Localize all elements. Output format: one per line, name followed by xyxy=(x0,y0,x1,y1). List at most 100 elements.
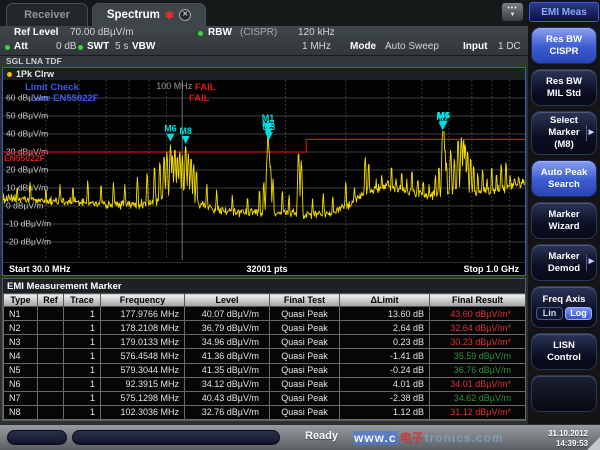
status-pill xyxy=(72,430,280,445)
svg-text:M5: M5 xyxy=(437,111,450,121)
table-cell: 1.12 dB xyxy=(340,405,430,419)
table-cell: Quasi Peak xyxy=(270,405,340,419)
table-cell: 1 xyxy=(64,377,101,391)
ref-level-label[interactable]: Ref Level xyxy=(14,27,58,38)
vbw-label[interactable]: VBW xyxy=(132,41,155,52)
table-cell: 1 xyxy=(64,363,101,377)
svg-text:M6: M6 xyxy=(164,124,177,134)
table-cell: Quasi Peak xyxy=(270,363,340,377)
svg-text:M8: M8 xyxy=(179,126,192,136)
input-label[interactable]: Input xyxy=(463,41,487,52)
table-row[interactable]: N31179.0133 MHz34.96 dBµV/mQuasi Peak0.2… xyxy=(4,335,526,349)
resize-grip-icon xyxy=(587,437,600,450)
table-cell: Quasi Peak xyxy=(270,349,340,363)
mode-value[interactable]: Auto Sweep xyxy=(385,41,439,52)
table-cell: 41.36 dBµV/m xyxy=(185,349,270,363)
table-cell: 102.3036 MHz xyxy=(101,405,185,419)
table-cell: 576.4548 MHz xyxy=(101,349,185,363)
table-cell xyxy=(38,335,64,349)
rbw-mode: (CISPR) xyxy=(240,27,277,38)
column-header: Type xyxy=(4,294,38,307)
tab-receiver[interactable]: Receiver xyxy=(6,3,88,26)
table-cell: 579.3044 MHz xyxy=(101,363,185,377)
att-label[interactable]: Att xyxy=(14,41,28,52)
swt-label[interactable]: SWT xyxy=(87,41,109,52)
enhancement-labels: SGL LNA TDF xyxy=(0,56,528,67)
chevron-down-icon: ▼ xyxy=(510,12,516,18)
start-freq[interactable]: Start 30.0 MHz xyxy=(9,264,71,274)
att-value[interactable]: 0 dB xyxy=(56,41,77,52)
softkey-res-bw-mil-std[interactable]: Res BW MIL Std xyxy=(531,69,597,106)
stop-freq[interactable]: Stop 1.0 GHz xyxy=(463,264,519,274)
column-header: Level xyxy=(185,294,270,307)
softkey-lisn-control[interactable]: LISN Control xyxy=(531,333,597,370)
table-cell: 30.23 dBµV/m* xyxy=(430,335,526,349)
status-pill xyxy=(7,430,67,445)
table-row[interactable]: N6192.3915 MHz34.12 dBµV/mQuasi Peak4.01… xyxy=(4,377,526,391)
table-row[interactable]: N71575.1298 MHz40.43 dBµV/mQuasi Peak-2.… xyxy=(4,391,526,405)
softkey-select-marker[interactable]: Select Marker (M8) ▶ xyxy=(531,111,597,155)
column-header: ΔLimit xyxy=(340,294,430,307)
rbw-value[interactable]: 120 kHz xyxy=(298,27,335,38)
table-cell xyxy=(38,377,64,391)
table-row[interactable]: N8 1102.3036 MHz32.76 dBµV/mQuasi Peak1.1… xyxy=(4,405,526,419)
trace-info-bar[interactable]: 1Pk Clrw xyxy=(3,68,525,80)
table-row[interactable]: N51579.3044 MHz41.35 dBµV/mQuasi Peak-0.… xyxy=(4,363,526,377)
settings-header: Ref Level 70.00 dBµV/m RBW (CISPR) 120 k… xyxy=(0,26,528,56)
table-cell: 32.76 dBµV/m xyxy=(185,405,270,419)
softkey-marker-wizard[interactable]: Marker Wizard xyxy=(531,202,597,239)
softkey-freq-axis: Freq Axis Lin Log xyxy=(531,286,597,328)
tab-spectrum[interactable]: Spectrum ✱ ✕ xyxy=(92,3,206,26)
softkey-empty[interactable] xyxy=(531,375,597,412)
emi-marker-table: TypeRefTraceFrequencyLevelFinal TestΔLim… xyxy=(3,293,526,420)
table-cell: 1 xyxy=(64,349,101,363)
table-cell xyxy=(38,321,64,335)
softkey-auto-peak-search[interactable]: Auto Peak Search xyxy=(531,160,597,197)
freq-axis-lin-toggle[interactable]: Lin xyxy=(536,307,563,320)
svg-text:40 dBµV/m: 40 dBµV/m xyxy=(6,129,48,139)
table-cell: 1 xyxy=(64,405,101,419)
input-value[interactable]: 1 DC xyxy=(498,41,521,52)
spectrum-window: 1Pk Clrw 60 dBµV/m50 dBµV/m40 dBµV/m30 d… xyxy=(2,67,526,276)
svg-text:M1: M1 xyxy=(262,113,275,123)
softkey-marker-demod-label: Marker Demod xyxy=(548,251,580,275)
table-cell: N4 xyxy=(4,349,38,363)
table-cell: 13.60 dB xyxy=(340,307,430,321)
swt-value[interactable]: 5 s xyxy=(115,41,128,52)
freq-axis-log-toggle[interactable]: Log xyxy=(565,307,592,320)
freq-axis-label: Freq Axis xyxy=(543,294,586,306)
tab-bar: Receiver Spectrum ✱ ✕ ••• ▼ xyxy=(0,0,528,26)
table-row[interactable]: N41576.4548 MHz41.36 dBµV/mQuasi Peak-1.… xyxy=(4,349,526,363)
svg-text:100 MHz: 100 MHz xyxy=(156,81,193,91)
table-row[interactable]: N11177.9766 MHz40.07 dBµV/mQuasi Peak13.… xyxy=(4,307,526,321)
table-cell: 2.64 dB xyxy=(340,321,430,335)
rbw-label[interactable]: RBW xyxy=(208,27,232,38)
column-header: Frequency xyxy=(101,294,185,307)
table-cell: 575.1298 MHz xyxy=(101,391,185,405)
table-cell: N7 xyxy=(4,391,38,405)
ref-level-value[interactable]: 70.00 dBµV/m xyxy=(70,27,134,38)
svg-text:EN55022F: EN55022F xyxy=(4,153,45,163)
softkey-res-bw-cispr[interactable]: Res BW CISPR xyxy=(531,27,597,64)
softkey-marker-demod[interactable]: Marker Demod ▶ xyxy=(531,244,597,281)
table-cell: Quasi Peak xyxy=(270,335,340,349)
table-cell: Quasi Peak xyxy=(270,391,340,405)
toolbar-menu-button[interactable]: ••• ▼ xyxy=(501,2,524,22)
modified-star-icon: ✱ xyxy=(165,9,174,22)
svg-text:Limit Check: Limit Check xyxy=(25,82,80,93)
column-header: Final Test xyxy=(270,294,340,307)
table-row[interactable]: N21178.2108 MHz36.79 dBµV/mQuasi Peak2.6… xyxy=(4,321,526,335)
close-icon[interactable]: ✕ xyxy=(179,9,191,21)
spectrum-plot[interactable]: 60 dBµV/m50 dBµV/m40 dBµV/m30 dBµV/m20 d… xyxy=(3,80,525,262)
table-cell xyxy=(38,391,64,405)
svg-text:Line EN55022F: Line EN55022F xyxy=(31,93,99,104)
table-cell: N8 xyxy=(4,405,38,419)
mode-label[interactable]: Mode xyxy=(350,41,376,52)
vbw-value[interactable]: 1 MHz xyxy=(302,41,331,52)
table-cell: 43.60 dBµV/m* xyxy=(430,307,526,321)
table-cell: 31.12 dBµV/m* xyxy=(430,405,526,419)
table-cell: 4.01 dB xyxy=(340,377,430,391)
softkey-select-marker-label: Select Marker (M8) xyxy=(548,115,579,151)
table-cell: 179.0133 MHz xyxy=(101,335,185,349)
table-cell: -2.38 dB xyxy=(340,391,430,405)
